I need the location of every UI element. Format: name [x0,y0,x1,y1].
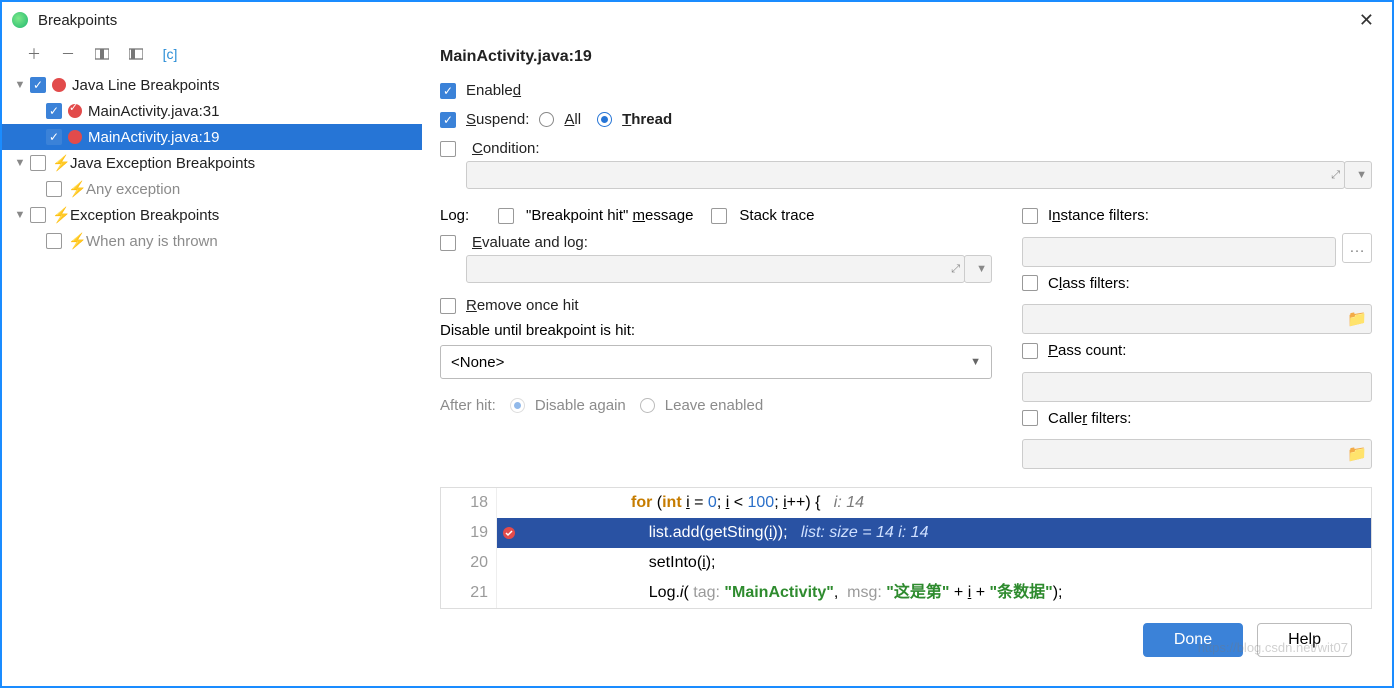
help-button[interactable]: Help [1257,623,1352,657]
group-icon-2[interactable] [128,46,144,62]
disable-until-select[interactable]: <None> ▼ [440,345,992,379]
detail-title: MainActivity.java:19 [440,48,1372,66]
checkbox[interactable]: ✓ [46,129,62,145]
breakpoints-tree: ▼ ✓ Java Line Breakpoints ✓ MainActivity… [2,70,422,256]
tree-item-mainactivity-31[interactable]: ✓ MainActivity.java:31 [2,98,422,124]
detail-panel: MainActivity.java:19 ✓ Enabled ✓ Suspend… [422,38,1392,686]
class-filters-check[interactable]: Class filters: [1022,275,1130,292]
condition-input[interactable]: ⤢ [466,161,1345,189]
toolbar: ＋ － [c] [2,44,422,70]
expand-icon[interactable]: ⤢ [1331,169,1340,182]
after-hit-label: After hit: [440,397,496,414]
disable-until-label: Disable until breakpoint is hit: [440,322,992,339]
caller-filters-check[interactable]: Caller filters: [1022,410,1131,427]
radio-leave-enabled: Leave enabled [640,397,763,414]
tree-java-line-breakpoints[interactable]: ▼ ✓ Java Line Breakpoints [2,72,422,98]
breakpoint-verified-icon [68,104,82,118]
checkbox[interactable] [30,155,46,171]
bolt-icon: ⚡ [68,232,86,250]
chevron-down-icon[interactable]: ▼ [10,209,30,221]
checkbox[interactable] [440,298,456,314]
more-icon[interactable]: … [1342,233,1372,263]
tree-item-when-any-thrown[interactable]: ⚡ When any is thrown [2,228,422,254]
eval-history-dd[interactable]: ▼ [964,255,992,283]
remove-once-hit[interactable]: Remove once hit [440,297,992,314]
checkbox[interactable] [30,207,46,223]
radio-disable-again: Disable again [510,397,626,414]
log-label: Log: [440,207,480,224]
tree-label: Exception Breakpoints [70,207,219,224]
bp-hit-check[interactable]: "Breakpoint hit" message [498,207,693,224]
code-line-20: 20 setInto(i); [441,548,1371,578]
radio-thread[interactable]: Thread [597,111,672,128]
checkbox[interactable]: ✓ [46,103,62,119]
instance-filters-check[interactable]: Instance filters: [1022,207,1149,224]
stack-trace-check[interactable]: Stack trace [711,207,814,224]
app-icon [12,12,28,28]
breakpoint-icon [68,130,82,144]
tree-label: Java Exception Breakpoints [70,155,255,172]
titlebar: Breakpoints ✕ [2,2,1392,38]
breakpoints-panel: ＋ － [c] ▼ ✓ Java Line Breakpoints ✓ Main… [2,38,422,686]
checkbox[interactable] [46,181,62,197]
pass-count-input[interactable] [1022,372,1372,402]
eval-check[interactable]: Evaluate and log: [440,234,992,251]
caller-filters-input[interactable]: 📁 [1022,439,1372,469]
remove-icon[interactable]: － [60,46,76,62]
tree-label: MainActivity.java:19 [88,129,219,146]
code-line-18: 18 for (int i = 0; i < 100; i++) { i: 14 [441,488,1371,518]
add-icon[interactable]: ＋ [26,46,42,62]
checkbox[interactable] [46,233,62,249]
eval-block: Evaluate and log: ⤢ ▼ [440,234,992,283]
folder-icon[interactable]: 📁 [1347,309,1367,329]
tree-label: Any exception [86,181,180,198]
bolt-icon: ⚡ [52,154,70,172]
tree-label: Java Line Breakpoints [72,77,220,94]
condition-block: Condition: ⤢ ▼ [440,140,1372,189]
tree-item-any-exception[interactable]: ⚡ Any exception [2,176,422,202]
folder-icon[interactable]: 📁 [1347,444,1367,464]
tree-java-exception-breakpoints[interactable]: ▼ ⚡ Java Exception Breakpoints [2,150,422,176]
radio-all[interactable]: All [539,111,581,128]
bolt-icon: ⚡ [52,206,70,224]
close-icon[interactable]: ✕ [1351,6,1382,35]
eval-input[interactable]: ⤢ [466,255,965,283]
chevron-down-icon: ▼ [970,356,981,368]
tree-item-mainactivity-19[interactable]: ✓ MainActivity.java:19 [2,124,422,150]
chevron-down-icon[interactable]: ▼ [10,157,30,169]
suspend-row: ✓ Suspend: All Thread [440,111,1372,128]
class-filters-input[interactable]: 📁 [1022,304,1372,334]
pass-count-check[interactable]: Pass count: [1022,342,1126,359]
expand-icon[interactable]: ⤢ [951,263,960,276]
tree-label: MainActivity.java:31 [88,103,219,120]
chevron-down-icon[interactable]: ▼ [10,79,30,91]
after-hit-row: After hit: Disable again Leave enabled [440,397,992,414]
code-line-19: 19 list.add(getSting(i)); list: size = 1… [441,518,1371,548]
enabled-label: Enabled [466,82,521,99]
breakpoint-icon [52,78,66,92]
footer: Done Help https://blog.csdn.net/wit07 [440,609,1372,671]
code-line-21: 21 Log.i( tag: "MainActivity", msg: "这是第… [441,578,1371,608]
tree-label: When any is thrown [86,233,218,250]
checkbox[interactable]: ✓ [30,77,46,93]
group-icon[interactable] [94,46,110,62]
done-button[interactable]: Done [1143,623,1243,657]
condition-history-dd[interactable]: ▼ [1344,161,1372,189]
tree-exception-breakpoints[interactable]: ▼ ⚡ Exception Breakpoints [2,202,422,228]
filter-icon[interactable]: [c] [162,46,178,62]
log-row: Log: "Breakpoint hit" message Stack trac… [440,207,992,224]
suspend-label: Suspend: [466,111,529,128]
bolt-icon: ⚡ [68,180,86,198]
enabled-row[interactable]: ✓ Enabled [440,82,1372,99]
window-title: Breakpoints [38,12,1351,29]
condition-check[interactable]: Condition: [440,140,1372,157]
instance-filters-input[interactable] [1022,237,1336,267]
suspend-checkbox[interactable]: ✓ [440,112,456,128]
enabled-checkbox[interactable]: ✓ [440,83,456,99]
code-preview: 18 for (int i = 0; i < 100; i++) { i: 14… [440,487,1372,609]
breakpoint-verified-icon [497,526,521,540]
